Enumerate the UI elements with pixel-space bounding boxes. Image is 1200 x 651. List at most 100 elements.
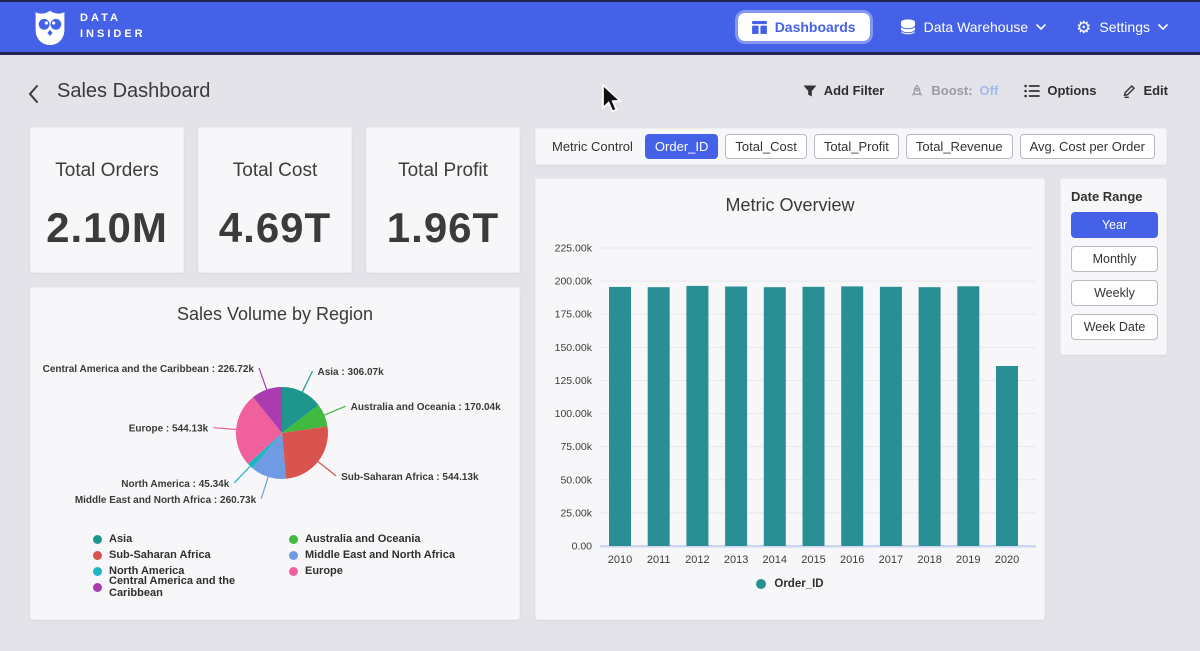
pie-label-europe: Europe : 544.13k — [129, 424, 209, 435]
metric-chip-total-cost[interactable]: Total_Cost — [725, 134, 806, 159]
legend-item-central-america-and-the-caribbean[interactable]: Central America and the Caribbean — [93, 579, 289, 595]
legend-item-sub-saharan-africa[interactable]: Sub-Saharan Africa — [93, 547, 289, 563]
y-tick-label: 0.00 — [572, 541, 593, 553]
back-button[interactable] — [28, 84, 40, 109]
kpi-label: Total Cost — [199, 160, 351, 182]
edit-button[interactable]: Edit — [1122, 83, 1168, 98]
pie-legend: AsiaSub-Saharan AfricaNorth AmericaCentr… — [93, 531, 455, 595]
nav-data-warehouse-label: Data Warehouse — [924, 19, 1029, 35]
brand: DATA INSIDER — [32, 7, 146, 47]
y-tick-label: 75.00k — [560, 441, 592, 453]
pie-label-central-america-and-the-caribbean: Central America and the Caribbean : 226.… — [43, 364, 255, 375]
x-tick-label: 2018 — [917, 554, 941, 566]
nav-dashboards-button[interactable]: Dashboards — [738, 13, 870, 41]
kpi-value: 2.10M — [31, 204, 183, 252]
pie-leader-line — [234, 466, 250, 483]
date-range-monthly[interactable]: Monthly — [1071, 246, 1158, 272]
pie-leader-line — [259, 368, 267, 390]
metric-control-bar: Metric Control Order_IDTotal_CostTotal_P… — [535, 128, 1167, 165]
x-tick-label: 2014 — [763, 554, 787, 566]
y-tick-label: 225.00k — [555, 243, 593, 255]
bar-2018[interactable] — [919, 287, 941, 546]
bar-legend-label: Order_ID — [774, 578, 823, 590]
boost-label: Boost: — [931, 83, 972, 98]
bar-chart-title: Metric Overview — [536, 195, 1044, 216]
legend-dot — [93, 535, 102, 544]
bar-2020[interactable] — [996, 366, 1018, 546]
kpi-value: 1.96T — [367, 204, 519, 252]
legend-dot — [289, 535, 298, 544]
kpi-label: Total Profit — [367, 160, 519, 182]
bar-2019[interactable] — [957, 286, 979, 546]
chevron-left-icon — [28, 84, 40, 104]
nav-data-warehouse[interactable]: Data Warehouse — [900, 19, 1047, 35]
bar-2012[interactable] — [686, 286, 708, 546]
pie-leader-line — [302, 371, 312, 392]
pie-leader-line — [261, 477, 268, 499]
x-tick-label: 2010 — [608, 554, 632, 566]
y-tick-label: 100.00k — [555, 408, 593, 420]
bar-chart-card: Metric Overview 0.0025.00k50.00k75.00k10… — [535, 178, 1045, 620]
metric-chip-total-profit[interactable]: Total_Profit — [814, 134, 899, 159]
legend-label: Sub-Saharan Africa — [109, 549, 211, 561]
chevron-down-icon — [1036, 24, 1046, 30]
bar-2010[interactable] — [609, 287, 631, 546]
add-filter-label: Add Filter — [824, 83, 885, 98]
x-tick-label: 2015 — [801, 554, 825, 566]
bar-2011[interactable] — [648, 287, 670, 546]
legend-item-asia[interactable]: Asia — [93, 531, 289, 547]
add-filter-button[interactable]: Add Filter — [803, 83, 885, 98]
pie-label-sub-saharan-africa: Sub-Saharan Africa : 544.13k — [341, 472, 479, 483]
x-tick-label: 2011 — [647, 554, 671, 566]
bar-2017[interactable] — [880, 287, 902, 546]
bar-2013[interactable] — [725, 287, 747, 547]
y-tick-label: 125.00k — [555, 375, 593, 387]
y-tick-label: 175.00k — [555, 309, 593, 321]
brand-line2: INSIDER — [80, 27, 146, 43]
legend-dot — [289, 567, 298, 576]
options-button[interactable]: Options — [1024, 83, 1096, 98]
chevron-down-icon — [1158, 24, 1168, 30]
date-range-week-date[interactable]: Week Date — [1071, 314, 1158, 340]
metric-chip-total-revenue[interactable]: Total_Revenue — [906, 134, 1013, 159]
legend-item-middle-east-and-north-africa[interactable]: Middle East and North Africa — [289, 547, 455, 563]
bar-2014[interactable] — [764, 287, 786, 546]
nav-settings[interactable]: ⚙ Settings — [1076, 19, 1168, 36]
pie-label-middle-east-and-north-africa: Middle East and North Africa : 260.73k — [75, 495, 257, 506]
pencil-icon — [1122, 84, 1136, 98]
owl-logo-icon — [32, 7, 68, 47]
mouse-cursor — [600, 84, 626, 114]
boost-value: Off — [980, 83, 999, 98]
legend-label: Central America and the Caribbean — [109, 575, 289, 599]
pie-leader-line — [318, 462, 336, 476]
pie-label-north-america: North America : 45.34k — [121, 479, 229, 490]
bar-legend: Order_ID — [536, 578, 1044, 590]
pie-leader-line — [324, 406, 345, 415]
metric-chip-order-id[interactable]: Order_ID — [645, 134, 718, 159]
boost-toggle[interactable]: Boost: Off — [910, 83, 998, 98]
pie-label-australia-and-oceania: Australia and Oceania : 170.04k — [351, 402, 502, 413]
pie-slice-sub-saharan-africa[interactable] — [282, 426, 328, 478]
pie-chart-card: Sales Volume by Region Asia : 306.07kAus… — [30, 287, 520, 620]
kpi-card-total-profit: Total Profit 1.96T — [366, 127, 520, 273]
legend-dot — [756, 579, 766, 589]
pie-chart-title: Sales Volume by Region — [31, 304, 519, 325]
bar-2015[interactable] — [803, 287, 825, 546]
gear-icon: ⚙ — [1076, 19, 1091, 36]
brand-line1: DATA — [80, 11, 146, 27]
kpi-card-total-orders: Total Orders 2.10M — [30, 127, 184, 273]
x-tick-label: 2016 — [840, 554, 864, 566]
date-range-label: Date Range — [1071, 189, 1156, 204]
list-options-icon — [1024, 84, 1040, 98]
metric-chip-avg-cost-per-order[interactable]: Avg. Cost per Order — [1020, 134, 1155, 159]
x-tick-label: 2013 — [724, 554, 748, 566]
edit-label: Edit — [1143, 83, 1168, 98]
date-range-year[interactable]: Year — [1071, 212, 1158, 238]
kpi-label: Total Orders — [31, 160, 183, 182]
legend-item-europe[interactable]: Europe — [289, 563, 455, 579]
bar-2016[interactable] — [841, 286, 863, 546]
legend-item-australia-and-oceania[interactable]: Australia and Oceania — [289, 531, 455, 547]
date-range-panel: Date Range Year Monthly Weekly Week Date — [1060, 178, 1167, 355]
y-tick-label: 150.00k — [555, 342, 593, 354]
date-range-weekly[interactable]: Weekly — [1071, 280, 1158, 306]
